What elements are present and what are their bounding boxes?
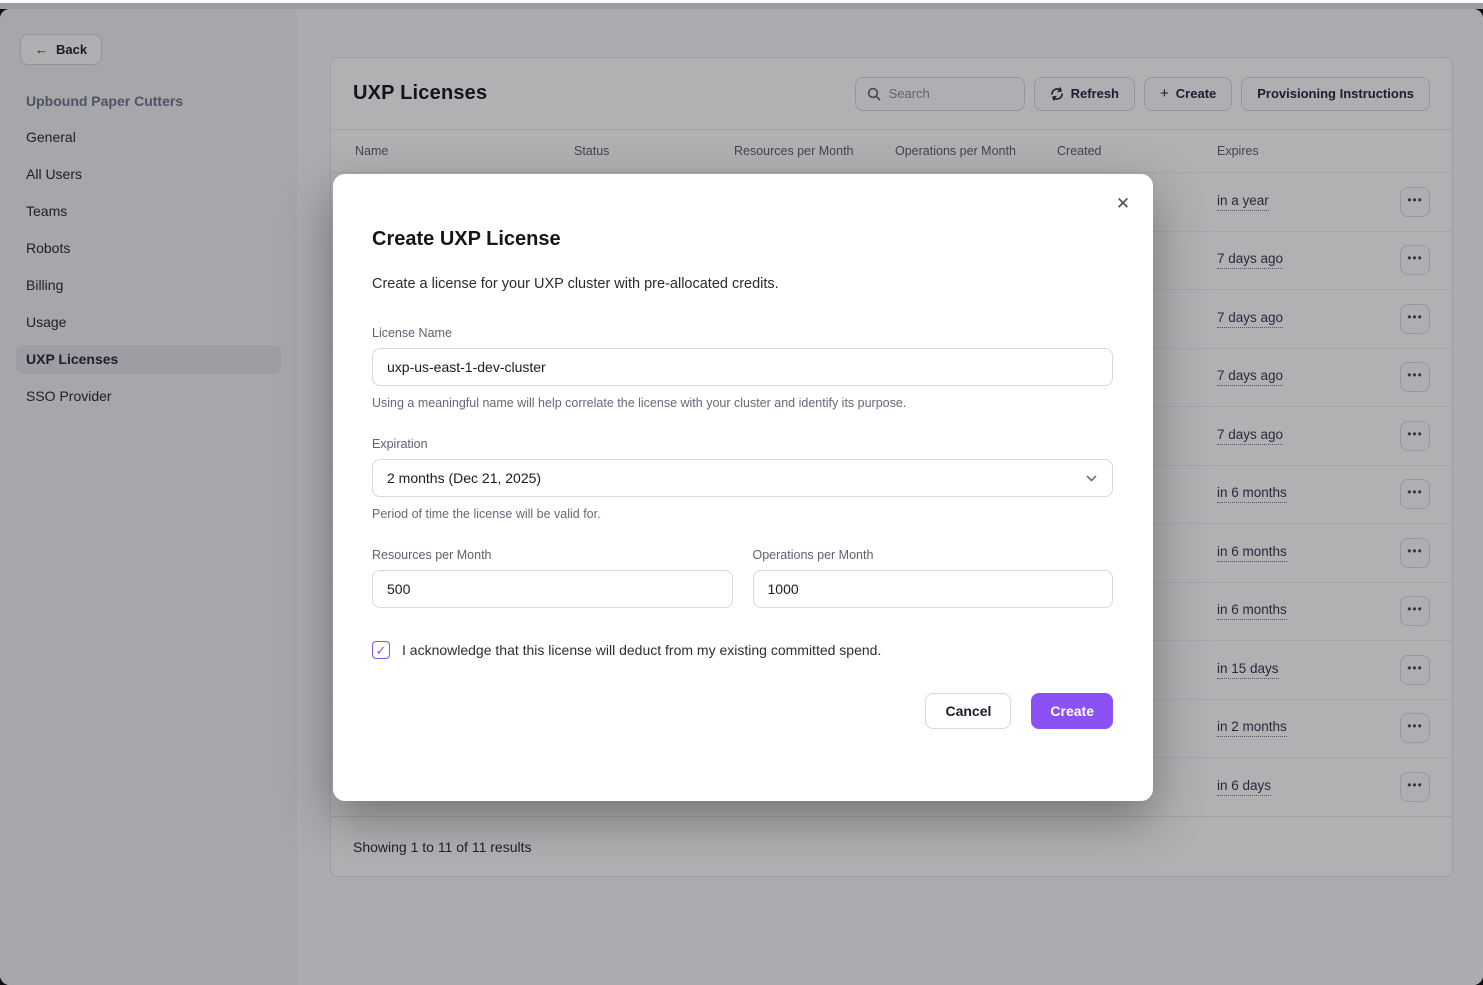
create-license-modal: ✕ Create UXP License Create a license fo… xyxy=(333,174,1153,801)
modal-description: Create a license for your UXP cluster wi… xyxy=(372,276,1113,292)
resources-field-group: Resources per Month xyxy=(372,548,733,608)
limits-field-row: Resources per Month Operations per Month xyxy=(372,548,1113,608)
chevron-down-icon xyxy=(1085,472,1098,485)
operations-label: Operations per Month xyxy=(753,548,1114,562)
modal-actions: Cancel Create xyxy=(372,693,1113,729)
modal-title: Create UXP License xyxy=(372,228,1113,251)
close-icon[interactable]: ✕ xyxy=(1109,190,1137,218)
cancel-button[interactable]: Cancel xyxy=(925,693,1011,729)
resources-label: Resources per Month xyxy=(372,548,733,562)
expiration-select[interactable]: 2 months (Dec 21, 2025) xyxy=(372,459,1113,497)
expiration-helper: Period of time the license will be valid… xyxy=(372,507,1113,521)
operations-input[interactable] xyxy=(753,570,1114,608)
license-name-field-group: License Name Using a meaningful name wil… xyxy=(372,326,1113,410)
operations-field-group: Operations per Month xyxy=(753,548,1114,608)
license-name-label: License Name xyxy=(372,326,1113,340)
acknowledgement-label: I acknowledge that this license will ded… xyxy=(402,642,881,658)
expiration-label: Expiration xyxy=(372,437,1113,451)
resources-input[interactable] xyxy=(372,570,733,608)
modal-create-button[interactable]: Create xyxy=(1031,693,1113,729)
license-name-helper: Using a meaningful name will help correl… xyxy=(372,396,1113,410)
browser-chrome-shadow xyxy=(0,3,1483,9)
license-name-input[interactable] xyxy=(372,348,1113,386)
acknowledgement-row: ✓ I acknowledge that this license will d… xyxy=(372,641,1113,659)
expiration-selected-value: 2 months (Dec 21, 2025) xyxy=(387,470,541,486)
expiration-field-group: Expiration 2 months (Dec 21, 2025) Perio… xyxy=(372,437,1113,521)
acknowledgement-checkbox[interactable]: ✓ xyxy=(372,641,390,659)
